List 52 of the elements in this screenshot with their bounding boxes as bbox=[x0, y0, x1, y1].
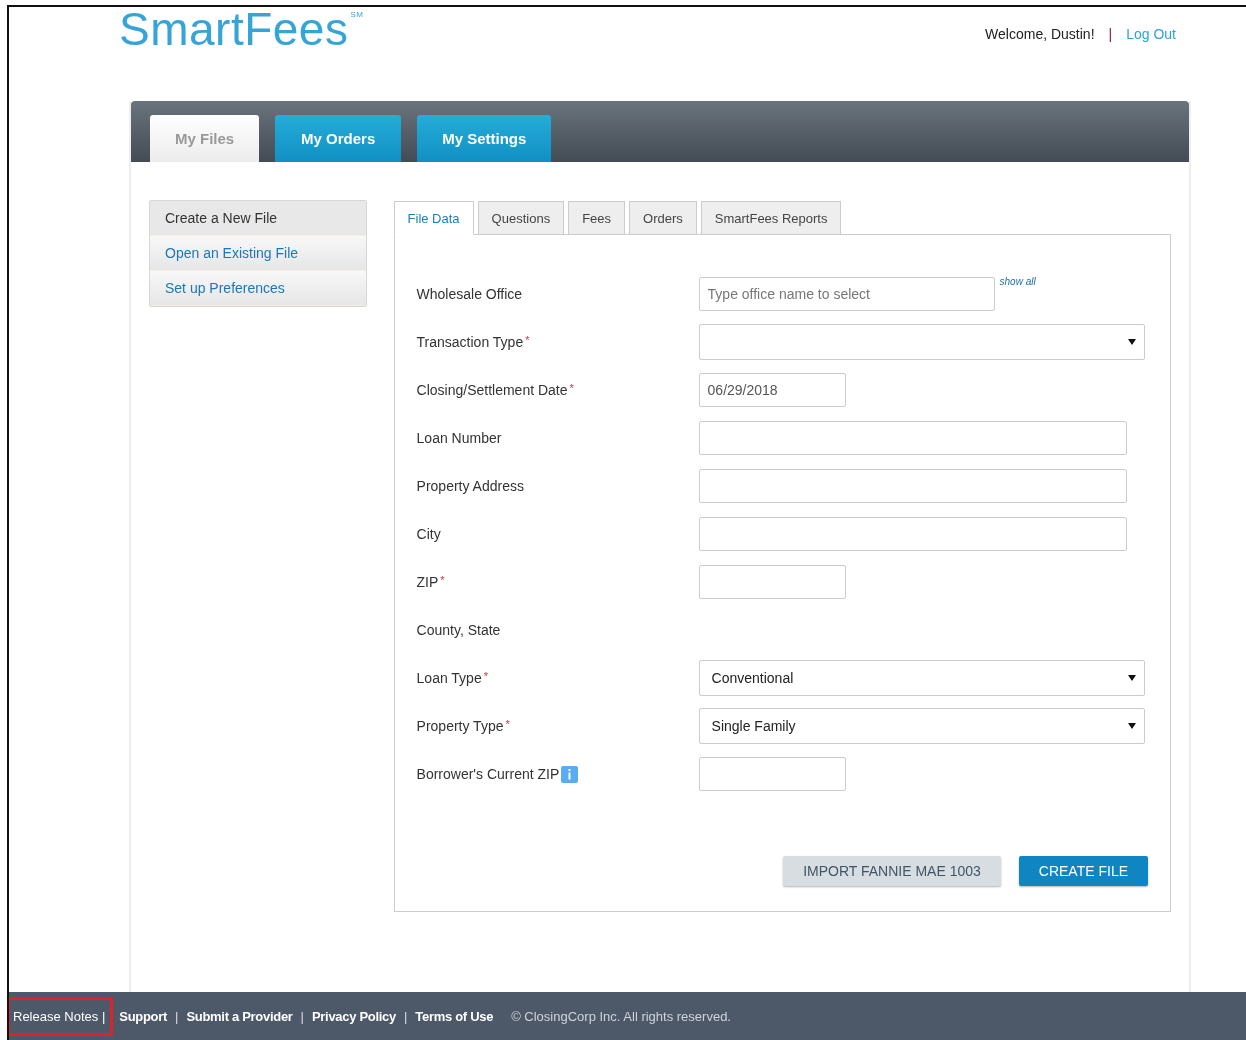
tab[interactable]: Questions bbox=[477, 201, 565, 235]
caret-icon bbox=[1127, 675, 1136, 681]
tab[interactable]: Fees bbox=[568, 201, 626, 235]
welcome-text: Welcome, Dustin! bbox=[985, 26, 1095, 42]
required-mark: * bbox=[483, 670, 488, 682]
field-label: Wholesale Office bbox=[416, 286, 523, 302]
input-field[interactable] bbox=[698, 469, 1127, 503]
show-all-link[interactable]: show all bbox=[999, 276, 1036, 287]
field-label: Property Type bbox=[416, 718, 504, 734]
tab[interactable]: File Data bbox=[393, 201, 474, 235]
sidebar-item[interactable]: Create a New File bbox=[150, 201, 366, 236]
info-icon[interactable] bbox=[561, 765, 579, 783]
tab[interactable]: Orders bbox=[629, 201, 697, 235]
caret-icon bbox=[1127, 339, 1136, 345]
footer-link[interactable]: Submit a Provider bbox=[186, 1008, 293, 1024]
tab[interactable]: SmartFees Reports bbox=[700, 201, 842, 235]
field-label: Property Address bbox=[416, 478, 524, 494]
dropdown[interactable]: Single Family bbox=[698, 708, 1145, 744]
required-mark: * bbox=[525, 334, 530, 346]
create-button[interactable]: CREATE FILE bbox=[1018, 856, 1148, 886]
separator: | bbox=[175, 1008, 179, 1024]
dropdown[interactable] bbox=[698, 324, 1145, 360]
footer-link[interactable]: Terms of Use bbox=[415, 1008, 494, 1024]
separator: | bbox=[403, 1008, 408, 1024]
copyright-text: © ClosingCorp Inc. All rights reserved. bbox=[511, 1008, 731, 1024]
field-label: Borrower's Current ZIP bbox=[416, 766, 560, 782]
input-field[interactable] bbox=[698, 757, 846, 791]
footer-link[interactable]: Release Notes | bbox=[9, 996, 114, 1036]
dropdown[interactable]: Conventional bbox=[698, 660, 1145, 696]
field-label: Loan Number bbox=[416, 430, 502, 446]
field-label: ZIP bbox=[416, 574, 439, 590]
field-label: City bbox=[416, 526, 441, 542]
input-field[interactable] bbox=[698, 421, 1127, 455]
field-label: Loan Type bbox=[416, 670, 482, 686]
caret-icon bbox=[1127, 723, 1136, 729]
sidebar-item[interactable]: Open an Existing File bbox=[150, 236, 366, 271]
separator: | bbox=[1108, 26, 1113, 42]
required-mark: * bbox=[569, 382, 574, 394]
input-field[interactable] bbox=[698, 565, 846, 599]
required-mark: * bbox=[505, 718, 510, 730]
required-mark: * bbox=[440, 574, 445, 586]
footer-link[interactable]: Support bbox=[119, 1008, 168, 1024]
field-label: County, State bbox=[416, 622, 501, 638]
footer-link[interactable]: Privacy Policy bbox=[311, 1008, 396, 1024]
sidebar-item[interactable]: Set up Preferences bbox=[150, 271, 366, 306]
field-label: Closing/Settlement Date bbox=[416, 382, 568, 398]
input-field[interactable] bbox=[698, 517, 1127, 551]
input-field[interactable]: Type office name to select bbox=[698, 277, 995, 311]
import-button[interactable]: IMPORT FANNIE MAE 1003 bbox=[783, 856, 1001, 886]
field-label: Transaction Type bbox=[416, 334, 524, 350]
input-field[interactable]: 06/29/2018 bbox=[698, 373, 846, 407]
separator: | bbox=[300, 1008, 304, 1024]
